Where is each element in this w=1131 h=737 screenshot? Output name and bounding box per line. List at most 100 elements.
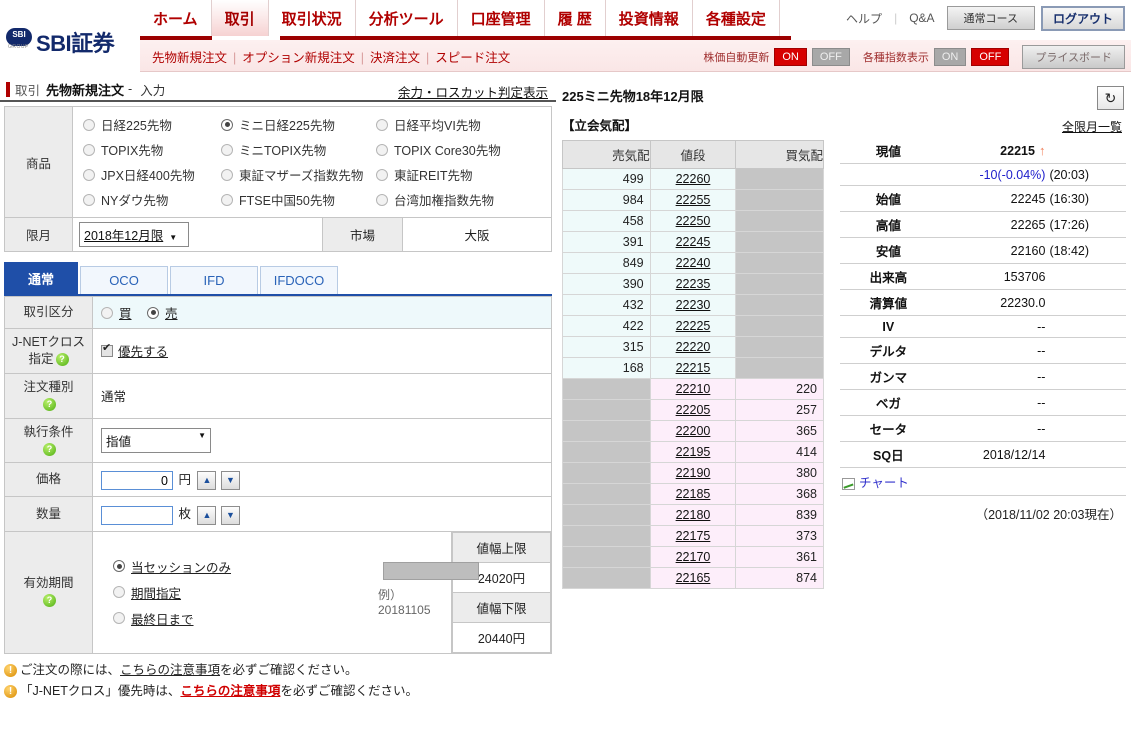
nav-item-5[interactable]: 履 歴 <box>545 0 606 36</box>
order-tab-1[interactable]: OCO <box>80 266 168 294</box>
price-input[interactable] <box>101 471 173 491</box>
order-book-price-cell: 22250 <box>649 210 737 232</box>
notice-link[interactable]: こちらの注意事項 <box>120 663 220 677</box>
quote-row-value: 2018/12/14 <box>936 441 1048 468</box>
order-tab-0[interactable]: 通常 <box>4 262 78 294</box>
product-radio-3[interactable]: TOPIX先物 <box>83 140 221 159</box>
nav-item-1[interactable]: 取引 <box>211 0 269 36</box>
product-radio-4[interactable]: ミニTOPIX先物 <box>221 140 376 159</box>
order-book-price-link[interactable]: 22220 <box>676 340 711 354</box>
expiry-select-cell: 2018年12月限 ▼ <box>72 217 323 252</box>
order-book-price-link[interactable]: 22195 <box>676 445 711 459</box>
order-book-price-link[interactable]: 22235 <box>676 277 711 291</box>
price-decrement-button[interactable]: ▼ <box>220 471 240 491</box>
jnet-priority-checkbox[interactable]: 優先する <box>101 341 168 360</box>
subnav-link-0[interactable]: 先物新規注文 <box>152 51 227 65</box>
help-icon[interactable]: ? <box>43 442 56 456</box>
order-book-price-link[interactable]: 22230 <box>676 298 711 312</box>
product-radio-10[interactable]: FTSE中国50先物 <box>221 190 376 209</box>
quote-row-value: -- <box>936 337 1048 364</box>
nav-item-7[interactable]: 各種設定 <box>693 0 780 36</box>
qty-increment-button[interactable]: ▲ <box>197 505 217 525</box>
product-radio-9[interactable]: NYダウ先物 <box>83 190 221 209</box>
order-book-price-link[interactable]: 22190 <box>676 466 711 480</box>
quantity-input[interactable] <box>101 505 173 525</box>
notice-link[interactable]: こちらの注意事項 <box>180 684 280 698</box>
expiry-select[interactable]: 2018年12月限 ▼ <box>79 222 189 247</box>
order-book-price-link[interactable]: 22260 <box>676 172 711 186</box>
subnav-link-2[interactable]: 決済注文 <box>370 51 420 65</box>
jnet-label-line1: J-NETクロス <box>12 335 85 349</box>
order-book-bid-qty: 361 <box>735 546 824 568</box>
price-increment-button[interactable]: ▲ <box>197 471 217 491</box>
order-book-price-link[interactable]: 22180 <box>676 508 711 522</box>
order-book-price-link[interactable]: 22245 <box>676 235 711 249</box>
order-tab-2[interactable]: IFD <box>170 266 258 294</box>
side-buy-radio[interactable]: 買 <box>101 303 132 322</box>
order-book-price-link[interactable]: 22210 <box>676 382 711 396</box>
quote-row: デルタ -- <box>840 337 1126 364</box>
side-sell-radio[interactable]: 売 <box>147 303 178 322</box>
order-book-price-link[interactable]: 22200 <box>676 424 711 438</box>
validity-date-input[interactable] <box>383 561 479 580</box>
qty-decrement-button[interactable]: ▼ <box>220 505 240 525</box>
order-book-row: 22195 414 <box>562 441 824 463</box>
help-icon[interactable]: ? <box>55 353 69 367</box>
order-book-price-link[interactable]: 22255 <box>676 193 711 207</box>
product-radio-dot <box>221 118 233 131</box>
product-radio-11[interactable]: 台湾加権指数先物 <box>376 190 536 209</box>
order-book-price-link[interactable]: 22250 <box>676 214 711 228</box>
subnav-link-3[interactable]: スピード注文 <box>435 51 510 65</box>
quote-row-value: -- <box>936 363 1048 390</box>
product-radio-0[interactable]: 日経225先物 <box>83 115 221 134</box>
course-button[interactable]: 通常コース <box>946 6 1035 30</box>
logout-button[interactable]: ログアウト <box>1040 5 1125 31</box>
notice-post: を必ずご確認ください。 <box>280 683 418 698</box>
product-radio-7[interactable]: 東証マザーズ指数先物 <box>221 165 376 184</box>
order-book-ask-qty: 432 <box>562 294 651 316</box>
index-display-on-toggle[interactable]: ON <box>933 47 967 67</box>
product-radio-6[interactable]: JPX日経400先物 <box>83 165 221 184</box>
order-book-price-link[interactable]: 22215 <box>676 361 711 375</box>
market-value: 大阪 <box>402 217 552 252</box>
nav-item-4[interactable]: 口座管理 <box>458 0 545 36</box>
index-display-off-toggle[interactable]: OFF <box>971 47 1010 67</box>
quote-row-value: 22160 <box>936 237 1048 264</box>
qa-link[interactable]: Q&A <box>903 11 940 25</box>
order-book-ask-qty: 422 <box>562 315 651 337</box>
exec-cond-select[interactable]: 指値 ▼ <box>101 427 211 453</box>
nav-item-6[interactable]: 投資情報 <box>606 0 693 36</box>
subnav-link-1[interactable]: オプション新規注文 <box>242 51 355 65</box>
product-radio-1[interactable]: ミニ日経225先物 <box>221 115 376 134</box>
refresh-icon[interactable]: ↻ <box>1097 86 1124 110</box>
nav-item-2[interactable]: 取引状況 <box>269 0 356 36</box>
margin-losscut-link[interactable]: 余力・ロスカット判定表示 <box>398 82 548 101</box>
nav-item-3[interactable]: 分析ツール <box>356 0 458 36</box>
brand-logo[interactable]: SBI GROUP SBI証券 <box>0 0 140 72</box>
priceboard-button[interactable]: プライスボード <box>1022 45 1125 69</box>
order-book-price-link[interactable]: 22165 <box>676 571 711 585</box>
auto-update-label: 株価自動更新 <box>703 52 770 64</box>
order-book-ask-qty <box>562 399 651 421</box>
product-radio-dot <box>376 193 388 206</box>
quote-row-label: IV <box>840 315 937 338</box>
nav-item-0[interactable]: ホーム <box>140 0 212 36</box>
product-radio-5[interactable]: TOPIX Core30先物 <box>376 140 536 159</box>
order-book-price-link[interactable]: 22170 <box>676 550 711 564</box>
product-radio-2[interactable]: 日経平均VI先物 <box>376 115 536 134</box>
product-radio-8[interactable]: 東証REIT先物 <box>376 165 536 184</box>
order-book-price-link[interactable]: 22185 <box>676 487 711 501</box>
all-expiry-list-link[interactable]: 全限月一覧 <box>1062 118 1122 135</box>
help-icon[interactable]: ? <box>43 594 56 608</box>
order-book-price-link[interactable]: 22240 <box>676 256 711 270</box>
order-book-price-link[interactable]: 22205 <box>676 403 711 417</box>
help-icon[interactable]: ? <box>43 397 56 411</box>
order-tab-3[interactable]: IFDOCO <box>260 266 338 294</box>
order-book-price-link[interactable]: 22175 <box>676 529 711 543</box>
order-book-price-link[interactable]: 22225 <box>676 319 711 333</box>
auto-update-on-toggle[interactable]: ON <box>774 47 807 67</box>
chart-link[interactable]: チャート <box>859 476 909 490</box>
help-link[interactable]: ヘルプ <box>840 10 888 27</box>
nav-item-label: 取引状況 <box>281 10 342 28</box>
auto-update-off-toggle[interactable]: OFF <box>811 47 850 67</box>
